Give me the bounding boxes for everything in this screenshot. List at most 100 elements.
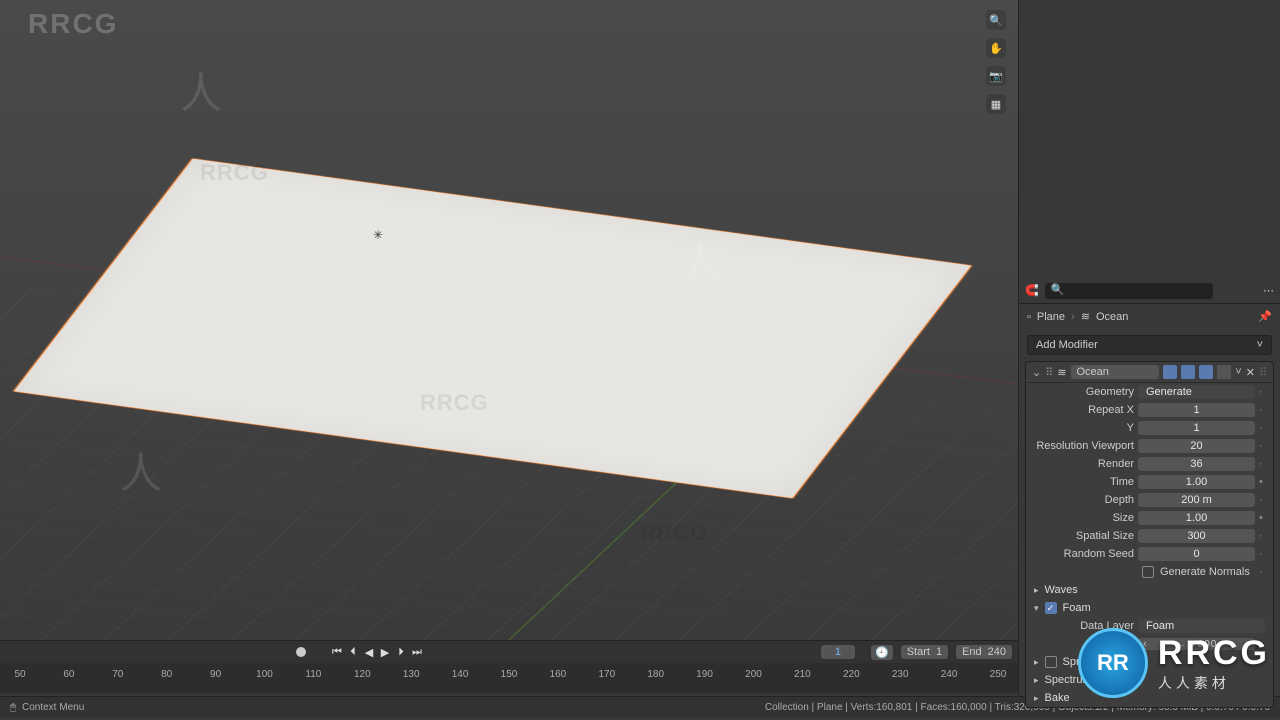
options-icon[interactable]: ⋯ bbox=[1263, 284, 1274, 297]
anim-dot[interactable]: • bbox=[1259, 476, 1265, 488]
timeline-tick: 150 bbox=[501, 669, 518, 680]
geometry-dropdown[interactable]: Generate bbox=[1138, 385, 1255, 399]
add-modifier-button[interactable]: Add Modifier ˅ bbox=[1027, 335, 1272, 355]
show-viewport-toggle[interactable] bbox=[1199, 365, 1213, 379]
timeline-tick: 140 bbox=[452, 669, 469, 680]
chevron-right-icon: ▸ bbox=[1034, 657, 1039, 668]
collapse-icon[interactable]: ⌄ bbox=[1032, 366, 1041, 379]
timeline-tick: 50 bbox=[14, 669, 25, 680]
show-on-cage-toggle[interactable] bbox=[1163, 365, 1177, 379]
crumb-object[interactable]: Plane bbox=[1037, 311, 1065, 323]
generate-normals-checkbox[interactable] bbox=[1142, 566, 1154, 578]
play-reverse-icon[interactable]: ◀ bbox=[362, 646, 376, 659]
spatial-size-field[interactable]: 300 bbox=[1138, 529, 1255, 543]
foam-enable-checkbox[interactable]: ✓ bbox=[1045, 602, 1057, 614]
spray-enable-checkbox[interactable] bbox=[1045, 656, 1057, 668]
viewport-3d[interactable]: ✳ RRCG 人 人 人 RRCG RRCG RRCG 🔍 ✋ 📷 ▦ bbox=[0, 0, 1018, 640]
time-field[interactable]: 1.00 bbox=[1138, 475, 1255, 489]
repeat-x-field[interactable]: 1 bbox=[1138, 403, 1255, 417]
waves-section[interactable]: ▸ Waves bbox=[1026, 581, 1273, 599]
current-frame-field[interactable]: 1 bbox=[821, 645, 855, 659]
timeline-tick: 80 bbox=[161, 669, 172, 680]
chevron-right-icon: ▸ bbox=[1034, 585, 1039, 596]
size-field[interactable]: 1.00 bbox=[1138, 511, 1255, 525]
spatial-size-label: Spatial Size bbox=[1034, 530, 1134, 542]
show-in-editmode-toggle[interactable] bbox=[1181, 365, 1195, 379]
show-render-toggle[interactable] bbox=[1217, 365, 1231, 379]
play-icon[interactable]: ▶ bbox=[378, 646, 392, 659]
anim-dot[interactable]: · bbox=[1259, 386, 1265, 398]
timeline-tick: 100 bbox=[256, 669, 273, 680]
auto-keying-toggle[interactable] bbox=[296, 647, 306, 657]
search-input[interactable] bbox=[1045, 283, 1213, 299]
geometry-label: Geometry bbox=[1034, 386, 1134, 398]
drag-icon[interactable]: ⠿ bbox=[1045, 366, 1053, 379]
keyframe-prev-icon[interactable]: ⏴ bbox=[346, 646, 360, 659]
object-icon: ▫ bbox=[1027, 311, 1031, 323]
timeline-tick: 60 bbox=[63, 669, 74, 680]
repeat-y-label: Y bbox=[1034, 422, 1134, 434]
timeline-tick: 200 bbox=[745, 669, 762, 680]
pin-icon[interactable]: 📌 bbox=[1258, 310, 1272, 323]
waves-label: Waves bbox=[1045, 584, 1078, 596]
viewport-nav-gizmo[interactable]: 🔍 ✋ 📷 ▦ bbox=[986, 10, 1006, 114]
generate-normals-label: Generate Normals bbox=[1160, 566, 1250, 578]
foam-section[interactable]: ▾✓Foam bbox=[1026, 599, 1273, 617]
pan-icon[interactable]: ✋ bbox=[986, 38, 1006, 58]
end-value: 240 bbox=[988, 646, 1006, 658]
timeline-tick: 230 bbox=[892, 669, 909, 680]
anim-dot[interactable]: • bbox=[1259, 512, 1265, 524]
timeline-tick: 220 bbox=[843, 669, 860, 680]
timeline-tick: 110 bbox=[305, 669, 321, 680]
chevron-down-icon: ▾ bbox=[1034, 603, 1039, 614]
delete-modifier-icon[interactable]: ✕ bbox=[1246, 366, 1255, 379]
repeat-x-label: Repeat X bbox=[1034, 404, 1134, 416]
origin-gizmo: ✳ bbox=[373, 228, 383, 242]
timeline-tick: 240 bbox=[941, 669, 958, 680]
display-filter-icon[interactable]: 🧲 bbox=[1025, 284, 1039, 297]
size-label: Size bbox=[1034, 512, 1134, 524]
timeline-tick: 130 bbox=[403, 669, 420, 680]
end-label: End bbox=[962, 646, 982, 658]
chevron-down-icon: ˅ bbox=[1257, 339, 1263, 351]
brand-main-text: RRCG bbox=[1158, 634, 1270, 673]
mouse-icon: 🖱 bbox=[10, 702, 16, 713]
random-seed-label: Random Seed bbox=[1034, 548, 1134, 560]
chevron-right-icon: ▸ bbox=[1034, 675, 1039, 686]
depth-field[interactable]: 200 m bbox=[1138, 493, 1255, 507]
timeline-ruler[interactable]: 5060708090100110120130140150160170180190… bbox=[0, 663, 1018, 693]
camera-icon[interactable]: 📷 bbox=[986, 66, 1006, 86]
chevron-right-icon: › bbox=[1071, 311, 1075, 323]
res-viewport-field[interactable]: 20 bbox=[1138, 439, 1255, 453]
drag-handle-icon[interactable]: ⠿ bbox=[1259, 366, 1267, 379]
keyframe-next-icon[interactable]: ⏵ bbox=[394, 646, 408, 659]
extras-icon[interactable]: ˅ bbox=[1235, 366, 1241, 378]
modifier-name-field[interactable]: Ocean bbox=[1071, 365, 1160, 379]
watermark-cn: 人 bbox=[180, 60, 222, 121]
random-seed-field[interactable]: 0 bbox=[1138, 547, 1255, 561]
timeline-tick: 170 bbox=[598, 669, 615, 680]
playback-controls: ⏮ ⏴ ◀ ▶ ⏵ ⏭ bbox=[330, 646, 424, 659]
timeline-tick: 160 bbox=[550, 669, 567, 680]
jump-start-icon[interactable]: ⏮ bbox=[330, 646, 344, 659]
timeline-tick: 190 bbox=[696, 669, 713, 680]
render-field[interactable]: 36 bbox=[1138, 457, 1255, 471]
timeline[interactable]: ⏮ ⏴ ◀ ▶ ⏵ ⏭ 1 🕘 Start 1 End 240 50607080… bbox=[0, 640, 1018, 694]
clock-icon[interactable]: 🕘 bbox=[871, 645, 893, 660]
ortho-icon[interactable]: ▦ bbox=[986, 94, 1006, 114]
brand-watermark: RR RRCG 人人素材 bbox=[1078, 628, 1270, 698]
timeline-tick: 120 bbox=[354, 669, 371, 680]
timeline-tick: 250 bbox=[990, 669, 1007, 680]
repeat-y-field[interactable]: 1 bbox=[1138, 421, 1255, 435]
start-label: Start bbox=[907, 646, 930, 658]
zoom-icon[interactable]: 🔍 bbox=[986, 10, 1006, 30]
end-frame-field[interactable]: End 240 bbox=[956, 645, 1012, 659]
chevron-right-icon: ▸ bbox=[1034, 693, 1039, 704]
res-viewport-label: Resolution Viewport bbox=[1034, 440, 1134, 452]
start-frame-field[interactable]: Start 1 bbox=[901, 645, 948, 659]
search-icon: 🔍 bbox=[1051, 283, 1065, 296]
crumb-modifier[interactable]: Ocean bbox=[1096, 311, 1128, 323]
timeline-tick: 180 bbox=[647, 669, 664, 680]
jump-end-icon[interactable]: ⏭ bbox=[410, 646, 424, 659]
breadcrumb: ▫ Plane › ≋ Ocean 📌 bbox=[1019, 304, 1280, 329]
